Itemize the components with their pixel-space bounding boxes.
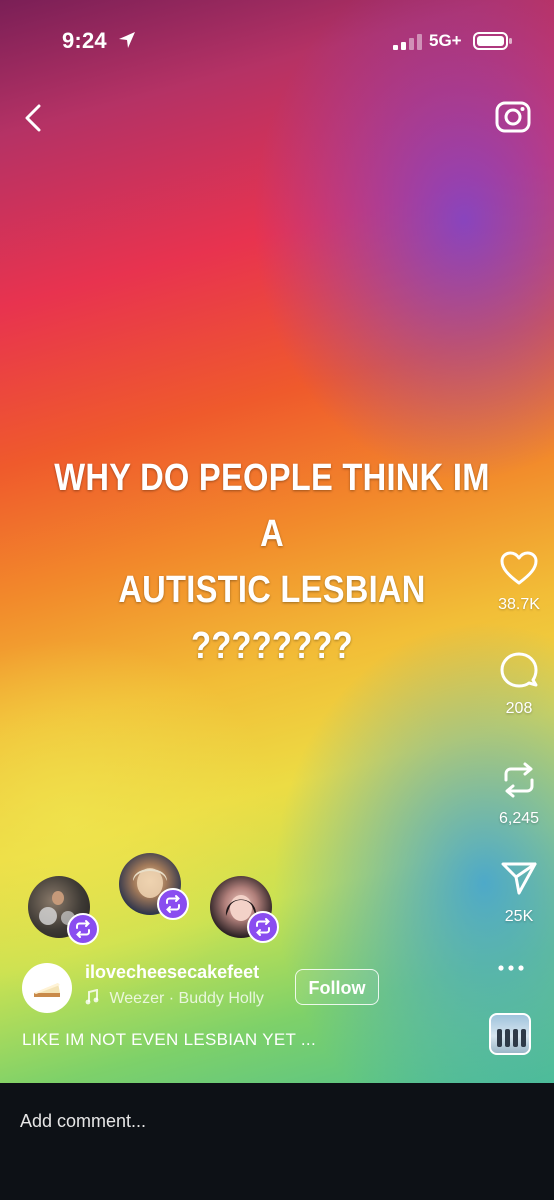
repost-button[interactable]: 6,245 xyxy=(484,760,554,828)
repost-icon xyxy=(504,762,534,798)
repost-icon xyxy=(256,918,270,936)
audio-thumbnail[interactable] xyxy=(489,1013,531,1055)
music-track: Buddy Holly xyxy=(178,990,264,1007)
signal-icon xyxy=(393,34,422,50)
comment-bar: Add comment... xyxy=(0,1083,554,1200)
post-caption: WHY DO PEOPLE THINK IM A AUTISTIC LESBIA… xyxy=(54,450,491,674)
caption-line: ???????? xyxy=(191,625,353,667)
comment-count: 208 xyxy=(505,700,533,717)
cheesecake-icon xyxy=(34,983,60,997)
like-count: 38.7K xyxy=(498,596,540,613)
post-author-row: ilovecheesecakefeet Weezer · Buddy Holly… xyxy=(22,960,402,1020)
author-username[interactable]: ilovecheesecakefeet xyxy=(85,962,259,983)
post-description[interactable]: LIKE IM NOT EVEN LESBIAN YET ... xyxy=(22,1030,316,1050)
comment-icon xyxy=(500,652,538,688)
music-artist: Weezer xyxy=(109,990,165,1007)
comment-button[interactable]: 208 xyxy=(484,650,554,718)
music-note-icon xyxy=(85,989,99,1005)
add-comment-input[interactable]: Add comment... xyxy=(20,1111,146,1132)
repost-badge xyxy=(247,911,279,943)
repost-avatars xyxy=(0,850,300,950)
share-button[interactable]: 25K xyxy=(484,858,554,926)
back-icon[interactable] xyxy=(20,102,48,134)
repost-badge xyxy=(157,888,189,920)
share-count: 25K xyxy=(504,908,534,925)
location-arrow-icon xyxy=(119,32,135,48)
follow-button[interactable]: Follow xyxy=(295,969,379,1005)
caption-line: WHY DO PEOPLE THINK IM A xyxy=(54,457,490,555)
author-avatar[interactable] xyxy=(22,963,72,1013)
status-bar: 9:24 5G+ xyxy=(0,0,554,84)
repost-icon xyxy=(166,895,180,913)
reel-screen: 9:24 5G+ WHY DO PEOPLE THINK IM A AUTIST… xyxy=(0,0,554,1200)
network-type: 5G+ xyxy=(429,31,462,50)
music-info[interactable]: Weezer · Buddy Holly xyxy=(85,989,264,1008)
like-button[interactable]: 38.7K xyxy=(484,550,554,614)
repost-icon xyxy=(76,920,90,938)
send-icon xyxy=(501,862,537,895)
status-time: 9:24 xyxy=(62,28,107,53)
battery-icon xyxy=(473,32,512,50)
more-icon[interactable] xyxy=(497,960,525,976)
heart-icon xyxy=(500,551,538,585)
caption-line: AUTISTIC LESBIAN xyxy=(118,569,426,611)
music-separator: · xyxy=(168,990,175,1007)
repost-count: 6,245 xyxy=(498,810,540,827)
repost-badge xyxy=(67,913,99,945)
camera-icon[interactable] xyxy=(494,98,532,136)
